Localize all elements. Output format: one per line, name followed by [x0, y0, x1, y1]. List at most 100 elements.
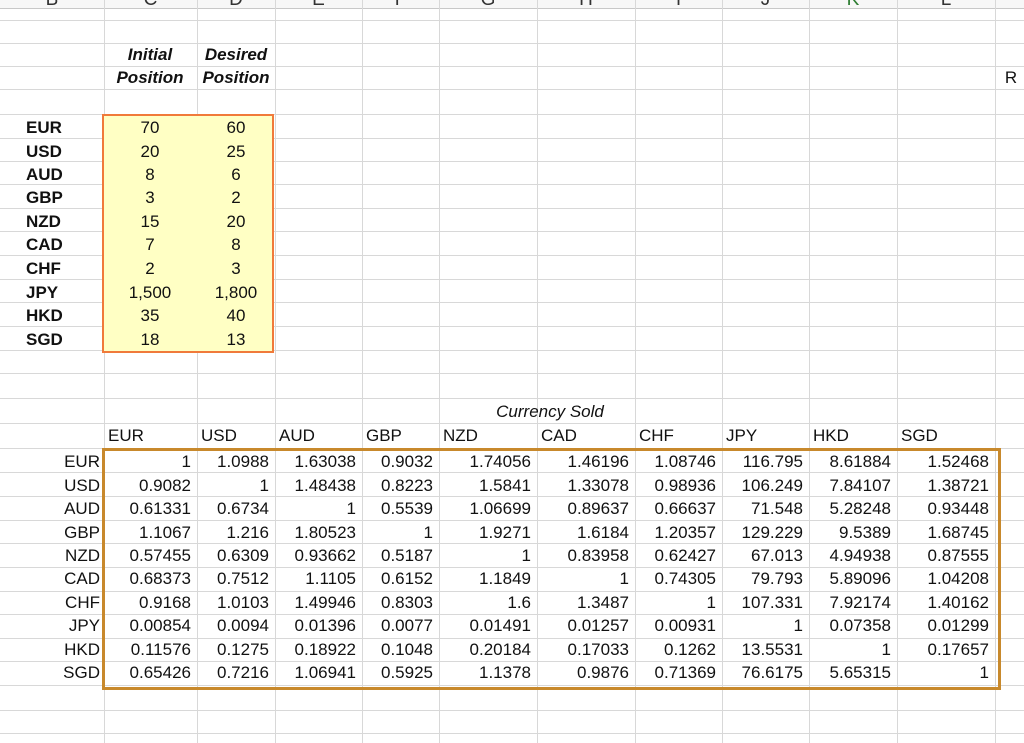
rate-cell[interactable]: 1.9271 [439, 521, 531, 544]
rate-cell[interactable]: 129.229 [722, 521, 803, 544]
rate-cell[interactable]: 1.1849 [439, 567, 531, 590]
rate-cell[interactable]: 1.1378 [439, 661, 531, 684]
rate-cell[interactable]: 1 [722, 614, 803, 637]
rate-cell[interactable]: 0.9168 [104, 591, 191, 614]
rate-cell[interactable]: 71.548 [722, 497, 803, 520]
desired-position-cell[interactable]: 25 [197, 140, 275, 163]
rate-cell[interactable]: 1.1105 [275, 567, 356, 590]
rate-cell[interactable]: 0.1262 [635, 638, 716, 661]
rate-cell[interactable]: 67.013 [722, 544, 803, 567]
rate-cell[interactable]: 0.89637 [537, 497, 629, 520]
rate-cell[interactable]: 1.6 [439, 591, 531, 614]
rate-cell[interactable]: 0.01299 [897, 614, 989, 637]
rate-cell[interactable]: 1.1067 [104, 521, 191, 544]
desired-position-cell[interactable]: 3 [197, 257, 275, 280]
rate-cell[interactable]: 106.249 [722, 474, 803, 497]
rate-cell[interactable]: 1 [635, 591, 716, 614]
rate-cell[interactable]: 5.28248 [809, 497, 891, 520]
rate-cell[interactable]: 0.61331 [104, 497, 191, 520]
desired-position-cell[interactable]: 13 [197, 328, 275, 351]
rate-cell[interactable]: 1.5841 [439, 474, 531, 497]
column-letter[interactable]: K [809, 0, 897, 10]
rate-cell[interactable]: 1.216 [197, 521, 269, 544]
initial-position-cell[interactable]: 70 [104, 116, 196, 139]
desired-position-cell[interactable]: 2 [197, 186, 275, 209]
column-letter[interactable]: H [537, 0, 635, 10]
rate-cell[interactable]: 0.01491 [439, 614, 531, 637]
rate-cell[interactable]: 1 [439, 544, 531, 567]
column-letter[interactable]: L [897, 0, 995, 10]
rate-cell[interactable]: 0.6734 [197, 497, 269, 520]
rate-cell[interactable]: 13.5531 [722, 638, 803, 661]
rate-cell[interactable]: 0.74305 [635, 567, 716, 590]
rate-cell[interactable]: 0.0094 [197, 614, 269, 637]
rate-cell[interactable]: 1.40162 [897, 591, 989, 614]
desired-position-cell[interactable]: 8 [197, 233, 275, 256]
column-letter[interactable]: F [362, 0, 439, 10]
rate-cell[interactable]: 0.18922 [275, 638, 356, 661]
rate-cell[interactable]: 0.93662 [275, 544, 356, 567]
rate-cell[interactable]: 7.92174 [809, 591, 891, 614]
rate-cell[interactable]: 1.0103 [197, 591, 269, 614]
rate-cell[interactable]: 0.5925 [362, 661, 433, 684]
rate-cell[interactable]: 0.1048 [362, 638, 433, 661]
rate-cell[interactable]: 1.63038 [275, 450, 356, 473]
rate-cell[interactable]: 1 [537, 567, 629, 590]
initial-position-cell[interactable]: 2 [104, 257, 196, 280]
rate-cell[interactable]: 1.3487 [537, 591, 629, 614]
rate-cell[interactable]: 0.0077 [362, 614, 433, 637]
rate-cell[interactable]: 0.00931 [635, 614, 716, 637]
rate-cell[interactable]: 1.38721 [897, 474, 989, 497]
initial-position-cell[interactable]: 18 [104, 328, 196, 351]
desired-position-cell[interactable]: 40 [197, 304, 275, 327]
rate-cell[interactable]: 0.07358 [809, 614, 891, 637]
rate-cell[interactable]: 1.08746 [635, 450, 716, 473]
rate-cell[interactable]: 1.68745 [897, 521, 989, 544]
rate-cell[interactable]: 5.65315 [809, 661, 891, 684]
initial-position-cell[interactable]: 20 [104, 140, 196, 163]
rate-cell[interactable]: 1.20357 [635, 521, 716, 544]
rate-cell[interactable]: 1 [809, 638, 891, 661]
rate-cell[interactable]: 0.1275 [197, 638, 269, 661]
rate-cell[interactable]: 0.66637 [635, 497, 716, 520]
rate-cell[interactable]: 7.84107 [809, 474, 891, 497]
rate-cell[interactable]: 0.01396 [275, 614, 356, 637]
rate-cell[interactable]: 0.62427 [635, 544, 716, 567]
column-letter[interactable]: I [635, 0, 722, 10]
desired-position-cell[interactable]: 20 [197, 210, 275, 233]
rate-cell[interactable]: 0.17033 [537, 638, 629, 661]
rate-cell[interactable]: 0.17657 [897, 638, 989, 661]
rate-cell[interactable]: 1.46196 [537, 450, 629, 473]
spreadsheet-grid[interactable]: BCDEFGHIJKL R Initial Position Desired P… [0, 0, 1024, 743]
rate-cell[interactable]: 0.57455 [104, 544, 191, 567]
rate-cell[interactable]: 0.93448 [897, 497, 989, 520]
initial-position-cell[interactable]: 1,500 [104, 281, 196, 304]
initial-position-cell[interactable]: 8 [104, 163, 196, 186]
rate-cell[interactable]: 0.8303 [362, 591, 433, 614]
rate-cell[interactable]: 1 [362, 521, 433, 544]
initial-position-cell[interactable]: 35 [104, 304, 196, 327]
rate-cell[interactable]: 1 [104, 450, 191, 473]
rate-cell[interactable]: 0.7216 [197, 661, 269, 684]
rate-cell[interactable]: 0.9082 [104, 474, 191, 497]
rate-cell[interactable]: 5.89096 [809, 567, 891, 590]
column-letter[interactable]: G [439, 0, 537, 10]
rate-cell[interactable]: 1 [197, 474, 269, 497]
rate-cell[interactable]: 1.06941 [275, 661, 356, 684]
rate-cell[interactable]: 0.11576 [104, 638, 191, 661]
rate-cell[interactable]: 0.6152 [362, 567, 433, 590]
rate-cell[interactable]: 1.33078 [537, 474, 629, 497]
rate-cell[interactable]: 1.06699 [439, 497, 531, 520]
rate-cell[interactable]: 0.5539 [362, 497, 433, 520]
column-letter[interactable]: D [197, 0, 275, 10]
rate-cell[interactable]: 9.5389 [809, 521, 891, 544]
column-letter[interactable]: E [275, 0, 362, 10]
rate-cell[interactable]: 8.61884 [809, 450, 891, 473]
rate-cell[interactable]: 0.20184 [439, 638, 531, 661]
rate-cell[interactable]: 76.6175 [722, 661, 803, 684]
rate-cell[interactable]: 0.8223 [362, 474, 433, 497]
rate-cell[interactable]: 0.87555 [897, 544, 989, 567]
desired-position-cell[interactable]: 60 [197, 116, 275, 139]
rate-cell[interactable]: 1.74056 [439, 450, 531, 473]
initial-position-cell[interactable]: 3 [104, 186, 196, 209]
